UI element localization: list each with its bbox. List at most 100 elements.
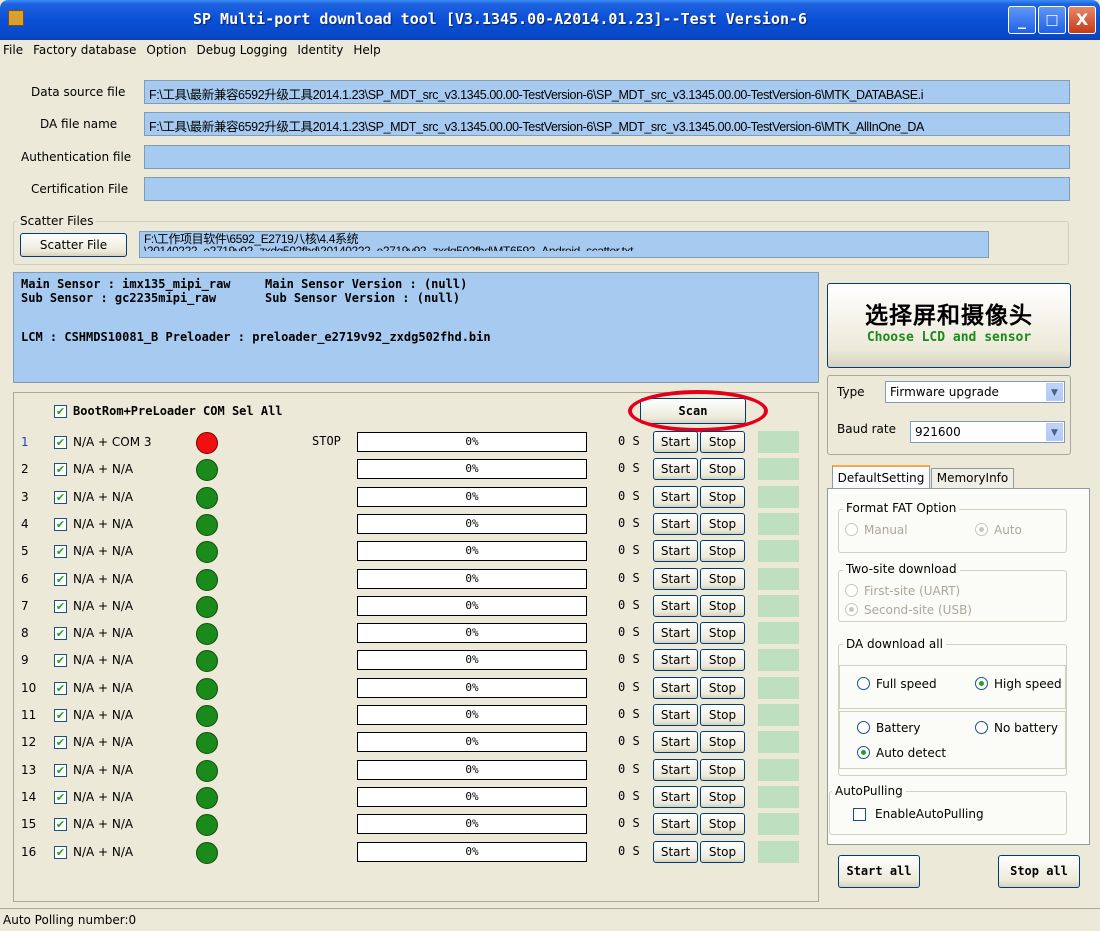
battery-radio[interactable]: Battery xyxy=(857,721,920,735)
port-checkbox[interactable]: ✔ xyxy=(54,709,67,722)
baud-select[interactable]: 921600 ▼ xyxy=(910,421,1065,443)
port-checkbox[interactable]: ✔ xyxy=(54,818,67,832)
port-start-button[interactable]: Start xyxy=(653,731,698,754)
certification-field[interactable] xyxy=(144,177,1070,201)
menu-help[interactable]: Help xyxy=(348,40,385,60)
port-checkbox[interactable]: ✔ xyxy=(54,736,67,750)
port-checkbox[interactable]: ✔ xyxy=(54,845,67,859)
port-stop-button[interactable]: Stop xyxy=(700,785,745,808)
port-elapsed-time: 0 S xyxy=(618,816,640,831)
port-name: N/A + COM 3 xyxy=(73,435,152,449)
port-stop-button[interactable]: Stop xyxy=(700,622,745,645)
auto-detect-radio[interactable]: Auto detect xyxy=(857,746,946,760)
port-start-button[interactable]: Start xyxy=(653,813,698,836)
port-stop-button[interactable]: Stop xyxy=(700,485,745,508)
title-bar[interactable]: SP Multi-port download tool [V3.1345.00-… xyxy=(0,0,1100,40)
menu-file[interactable]: File xyxy=(0,40,28,60)
port-elapsed-time: 0 S xyxy=(618,734,640,749)
port-checkbox[interactable]: ✔ xyxy=(54,681,67,695)
start-all-button[interactable]: Start all xyxy=(838,855,920,888)
port-result-box xyxy=(758,458,799,481)
port-index: 8 xyxy=(21,626,29,641)
type-label: Type xyxy=(837,385,865,399)
port-progress-bar: 0% xyxy=(357,595,587,616)
port-status-led xyxy=(196,432,218,454)
second-site-radio[interactable]: Second-site (USB) xyxy=(845,603,972,617)
stop-all-button[interactable]: Stop all xyxy=(998,855,1080,888)
port-start-button[interactable]: Start xyxy=(653,540,698,563)
port-stop-button[interactable]: Stop xyxy=(700,813,745,836)
menu-option[interactable]: Option xyxy=(141,40,191,60)
scatter-file-button[interactable]: Scatter File xyxy=(20,233,127,257)
no-battery-radio[interactable]: No battery xyxy=(975,721,1058,735)
scatter-group-title: Scatter Files xyxy=(17,214,97,228)
tab-default-setting[interactable]: DefaultSetting xyxy=(832,465,930,489)
port-checkbox[interactable]: ✔ xyxy=(54,790,67,804)
port-checkbox[interactable]: ✔ xyxy=(54,654,67,668)
port-checkbox[interactable]: ✔ xyxy=(54,490,67,504)
port-stop-button[interactable]: Stop xyxy=(700,431,745,453)
menu-identity[interactable]: Identity xyxy=(292,40,348,60)
type-select[interactable]: Firmware upgrade ▼ xyxy=(885,381,1065,403)
port-stop-button[interactable]: Stop xyxy=(700,676,745,699)
scatter-file-field[interactable]: F:\工作项目软件\6592_E2719八核\4.4系统 \20140222_e… xyxy=(139,231,989,258)
tab-memory-info[interactable]: MemoryInfo xyxy=(931,468,1014,489)
port-stop-button[interactable]: Stop xyxy=(700,512,745,535)
port-start-button[interactable]: Start xyxy=(653,458,698,481)
sel-all-checkbox[interactable]: ✔ xyxy=(54,405,67,418)
port-start-button[interactable]: Start xyxy=(653,485,698,508)
port-stop-button[interactable]: Stop xyxy=(700,649,745,672)
port-checkbox[interactable]: ✔ xyxy=(54,627,67,641)
maximize-button[interactable]: □ xyxy=(1038,6,1066,34)
port-start-button[interactable]: Start xyxy=(653,676,698,699)
da-file-field[interactable]: F:\工具\最新兼容6592升级工具2014.1.23\SP_MDT_src_v… xyxy=(144,112,1070,136)
chevron-down-icon[interactable]: ▼ xyxy=(1046,423,1063,441)
port-start-button[interactable]: Start xyxy=(653,704,698,726)
fat-auto-radio[interactable]: Auto xyxy=(975,523,1022,537)
port-start-button[interactable]: Start xyxy=(653,594,698,617)
enable-autopulling-checkbox[interactable] xyxy=(853,808,866,821)
scatter-path-line1: F:\工作项目软件\6592_E2719八核\4.4系统 xyxy=(144,232,359,246)
port-stop-button[interactable]: Stop xyxy=(700,567,745,590)
port-checkbox[interactable]: ✔ xyxy=(54,763,67,777)
port-start-button[interactable]: Start xyxy=(653,512,698,535)
port-start-button[interactable]: Start xyxy=(653,622,698,645)
port-stop-button[interactable]: Stop xyxy=(700,594,745,617)
port-checkbox[interactable]: ✔ xyxy=(54,463,67,477)
port-checkbox[interactable]: ✔ xyxy=(54,545,67,559)
data-source-field[interactable]: F:\工具\最新兼容6592升级工具2014.1.23\SP_MDT_src_v… xyxy=(144,80,1070,104)
port-name: N/A + N/A xyxy=(73,516,134,531)
menu-debug-logging[interactable]: Debug Logging xyxy=(191,40,292,60)
port-start-button[interactable]: Start xyxy=(653,785,698,808)
high-speed-radio[interactable]: High speed xyxy=(975,677,1062,691)
port-stop-button[interactable]: Stop xyxy=(700,540,745,563)
fat-manual-radio[interactable]: Manual xyxy=(845,523,908,537)
port-name: N/A + N/A xyxy=(73,762,134,777)
port-checkbox[interactable]: ✔ xyxy=(54,572,67,586)
close-button[interactable]: X xyxy=(1068,6,1096,34)
choose-lcd-sensor-button[interactable]: 选择屏和摄像头 Choose LCD and sensor xyxy=(827,283,1071,368)
port-progress-bar: 0% xyxy=(357,513,587,534)
authentication-field[interactable] xyxy=(144,145,1070,169)
port-start-button[interactable]: Start xyxy=(653,840,698,863)
port-start-button[interactable]: Start xyxy=(653,649,698,672)
main-sensor-text: Main Sensor : imx135_mipi_raw xyxy=(21,277,231,291)
port-stop-button[interactable]: Stop xyxy=(700,458,745,481)
first-site-radio[interactable]: First-site (UART) xyxy=(845,584,960,598)
baud-label: Baud rate xyxy=(837,422,896,436)
minimize-button[interactable]: _ xyxy=(1008,6,1036,34)
port-checkbox[interactable]: ✔ xyxy=(54,599,67,613)
port-stop-button[interactable]: Stop xyxy=(700,840,745,863)
port-stop-button[interactable]: Stop xyxy=(700,731,745,754)
port-start-button[interactable]: Start xyxy=(653,758,698,781)
port-checkbox[interactable]: ✔ xyxy=(54,517,67,531)
chevron-down-icon[interactable]: ▼ xyxy=(1046,383,1063,401)
port-stop-button[interactable]: Stop xyxy=(700,758,745,781)
port-stop-button[interactable]: Stop xyxy=(700,704,745,726)
port-checkbox[interactable]: ✔ xyxy=(54,436,67,449)
port-start-button[interactable]: Start xyxy=(653,567,698,590)
menu-factory-database[interactable]: Factory database xyxy=(28,40,141,60)
port-elapsed-time: 0 S xyxy=(618,543,640,558)
full-speed-radio[interactable]: Full speed xyxy=(857,677,937,691)
port-start-button[interactable]: Start xyxy=(653,431,698,453)
